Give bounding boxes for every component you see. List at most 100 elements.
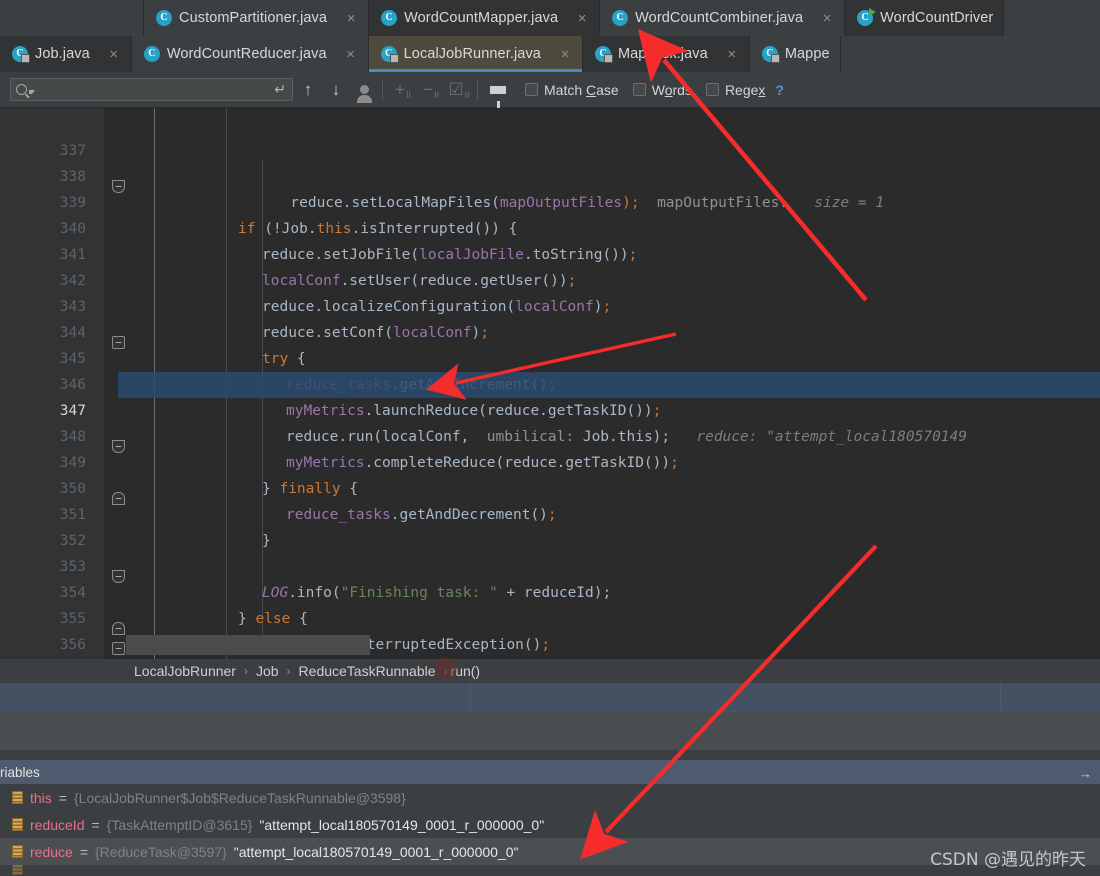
match-case-label: Match Case [544,81,619,98]
breadcrumb-item-class[interactable]: LocalJobRunner [134,663,236,679]
code-line-346[interactable]: 346 myMetrics.launchReduce(reduce.getTas… [0,346,1100,419]
tab-WordCountReducer[interactable]: C WordCountReducer.java × [131,36,369,72]
variable-name: this [30,789,52,806]
close-icon[interactable]: × [344,10,358,27]
tab-label: WordCountReducer.java [166,46,327,62]
match-case-option[interactable]: Match Case [525,82,619,98]
code-line-342[interactable]: 342 reduce.localizeConfiguration(localCo… [0,242,1100,315]
code-line-353[interactable]: 353 LOG.info("Finishing task: " + reduce… [0,528,1100,601]
tab-WordCountMapper[interactable]: C WordCountMapper.java × [369,0,601,36]
person-icon [356,85,372,103]
java-runnable-class-icon: C [857,8,877,26]
close-icon[interactable]: × [575,10,589,27]
words-checkbox[interactable] [632,83,646,96]
code-line-343[interactable]: 343 reduce.setConf(localConf); [0,268,1100,341]
close-icon[interactable]: × [558,46,572,63]
column-divider [470,683,471,711]
breadcrumb-item-method[interactable]: › run() [434,658,480,680]
breadcrumb[interactable]: LocalJobRunner › Job › ReduceTaskRunnabl… [0,658,1100,683]
regex-option[interactable]: Regex [705,81,766,98]
tab-label: CustomPartitioner.java [179,10,328,26]
variables-title: riables [0,764,40,780]
code-line-348[interactable]: 348 myMetrics.completeReduce(reduce.getT… [0,398,1100,471]
tab-Job[interactable]: C Job.java × [0,36,132,72]
regex-help-icon[interactable]: ? [775,82,784,98]
variable-icon [12,791,23,804]
debugger-frames-band[interactable] [0,683,1100,711]
tab-label: WordCountCombiner.java [635,10,804,26]
tab-label: Job.java [35,46,90,62]
java-class-icon: C [612,10,629,26]
code-line-354[interactable]: 354 } else { [0,554,1100,627]
close-icon[interactable]: × [820,10,834,27]
code-line-357[interactable]: 357 } catch (Throwable t) { [0,632,1100,658]
variable-icon [12,818,23,831]
code-line-356[interactable]: 356 } [0,606,1100,653]
code-line-337[interactable]: 337 reduce.setLocalMapFiles(mapOutputFil… [0,112,1100,211]
add-occurrence-button[interactable]: + II [390,77,416,103]
code-line-347[interactable]: 347 reduce.run(localConf, umbilical: Job… [0,372,1100,445]
java-class-locked-icon: C [12,46,30,63]
execution-point-marker [434,658,457,680]
tab-label: WordCountMapper.java [404,10,559,26]
find-in-selection-icon[interactable] [351,77,377,103]
watermark: CSDN @遇见的昨天 [930,850,1086,870]
code-line-349[interactable]: 349 } finally { [0,424,1100,497]
toolbar-divider [477,79,478,100]
tab-MapTask[interactable]: C MapTask.java × [582,36,750,72]
tab-LocalJobRunner[interactable]: C LocalJobRunner.java × [368,36,583,72]
match-case-checkbox[interactable] [525,83,538,96]
chevron-right-icon: › [243,664,248,678]
code-line-338[interactable]: 338 [0,138,1100,185]
chevron-down-icon[interactable] [29,90,35,94]
equals-sign: = [58,789,67,806]
words-option[interactable]: Words [632,81,692,98]
tab-WordCountCombiner[interactable]: C WordCountCombiner.java × [600,0,846,36]
java-class-icon: C [156,10,172,26]
code-editor[interactable]: − − − − − − − 337 reduce.setLocalMapFile… [0,108,1100,659]
variable-type: {LocalJobRunner$Job$ReduceTaskRunnable@3… [73,789,406,806]
variable-icon [12,865,23,875]
multi-caret-badge: II [405,89,411,100]
debugger-panel-band[interactable] [0,711,1100,755]
tab-Mapper[interactable]: C Mappe [749,36,841,72]
tab-row1-spacer [0,0,144,36]
find-next-button[interactable]: ↓ [323,77,349,103]
multi-caret-badge: II [433,89,439,100]
selection-highlight [126,635,370,655]
variable-row-reduceId[interactable]: reduceId = {TaskAttemptID@3615} "attempt… [0,811,1100,838]
select-all-occurrences-button[interactable]: ☑ II [446,77,472,103]
editor-tab-row-2: C Job.java × C WordCountReducer.java × C… [0,36,1100,72]
breadcrumb-item-runnable[interactable]: ReduceTaskRunnable [299,663,436,679]
close-icon[interactable]: × [107,46,121,63]
breadcrumb-item-inner-class[interactable]: Job [256,663,279,679]
code-line-339[interactable]: 339 if (!Job.this.isInterrupted()) { [0,164,1100,237]
regex-label: Regex [724,81,766,98]
java-class-locked-icon: C [594,46,613,63]
tab-CustomPartitioner[interactable]: C CustomPartitioner.java × [144,0,370,36]
search-input[interactable]: ↵ [10,78,293,101]
find-previous-button[interactable]: ↑ [295,77,321,103]
java-class-icon: C [143,46,160,62]
code-line-351[interactable]: 351 } [0,476,1100,549]
close-icon[interactable]: × [725,46,739,63]
remove-occurrence-button[interactable]: − II [418,77,444,103]
code-line-352[interactable]: 352 [0,502,1100,549]
variable-row-this[interactable]: this = {LocalJobRunner$Job$ReduceTaskRun… [0,784,1100,811]
code-line-350[interactable]: 350 reduce_tasks.getAndDecrement(); [0,450,1100,523]
close-icon[interactable]: × [344,46,358,63]
code-line-345[interactable]: 345 reduce_tasks.getAndIncrement(); [0,320,1100,393]
equals-sign: = [91,816,100,833]
code-line-355[interactable]: 355 throw new InterruptedException(); [0,580,1100,653]
chevron-right-icon: › [286,664,291,678]
regex-checkbox[interactable] [705,83,719,96]
variables-panel-header[interactable]: riables → [0,760,1100,784]
move-to-icon[interactable]: → [1079,766,1092,781]
tab-WordCountDriver[interactable]: C WordCountDriver [845,0,1005,36]
words-label: Words [651,81,692,98]
code-line-341[interactable]: 341 localConf.setUser(reduce.getUser()); [0,216,1100,289]
filter-icon[interactable] [485,77,511,108]
code-line-340[interactable]: 340 reduce.setJobFile(localJobFile.toStr… [0,190,1100,263]
find-toolbar: ↵ ↑ ↓ + II − II ☑ II Match Case Words Regex… [0,72,1100,108]
code-line-344[interactable]: 344 try { [0,294,1100,367]
